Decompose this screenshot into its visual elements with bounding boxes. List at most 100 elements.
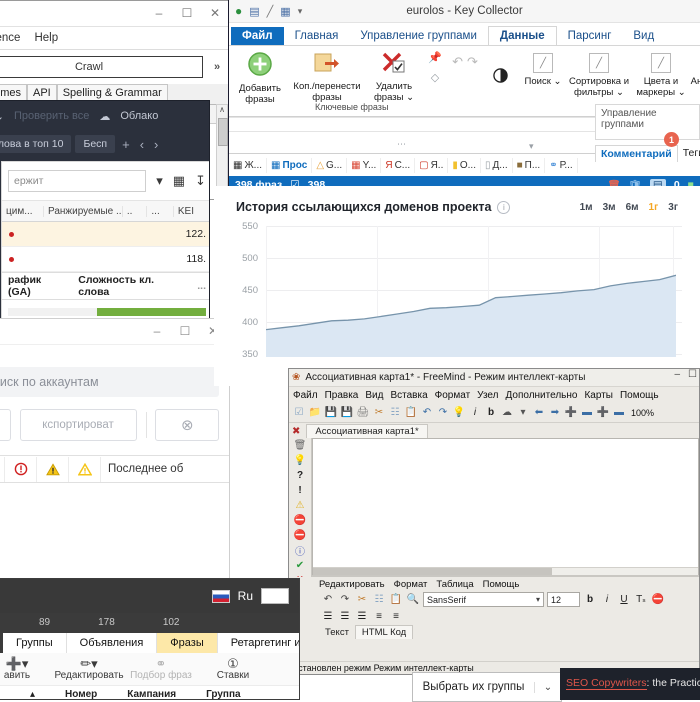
- bottom-tab-google[interactable]: △ G...: [312, 157, 348, 173]
- note-menu-help[interactable]: Помощь: [483, 579, 520, 590]
- range-3y[interactable]: 3г: [668, 202, 678, 213]
- range-3m[interactable]: 3м: [603, 202, 616, 213]
- cut-icon[interactable]: ✂: [372, 406, 386, 420]
- trash-icon[interactable]: 🗑: [289, 438, 311, 453]
- tab-tags[interactable]: Теги: [678, 145, 700, 162]
- note-tab-html[interactable]: HTML Код: [354, 625, 414, 639]
- tab-retargeting[interactable]: Ретаргетинг и инт: [217, 633, 299, 653]
- copy-move-phrases-button[interactable]: Коп./перенести фразы: [291, 46, 363, 103]
- warning-filled-icon[interactable]: [37, 456, 69, 482]
- sort-filter-menu-button[interactable]: ╱ Сортировка и фильтры ⌄: [565, 46, 633, 98]
- paste-icon[interactable]: 📋: [389, 593, 403, 607]
- bottom-tab-positions[interactable]: ■ П...: [513, 157, 546, 173]
- redo-icon[interactable]: ↷: [467, 54, 478, 70]
- paste-icon[interactable]: 📋: [404, 406, 418, 420]
- bullet-list-icon[interactable]: ≡: [372, 609, 386, 623]
- save-icon[interactable]: 💾: [324, 406, 338, 420]
- freemind-window-controls[interactable]: – ☐: [674, 369, 697, 380]
- exclaim-icon[interactable]: !: [289, 483, 311, 498]
- close-icon[interactable]: ✕: [201, 1, 229, 25]
- menu-format[interactable]: Формат: [435, 390, 471, 401]
- undo-icon[interactable]: ↶: [452, 54, 463, 70]
- find-icon[interactable]: 🔍: [406, 593, 420, 607]
- menu-file[interactable]: Файл: [293, 390, 318, 401]
- menu-item-help[interactable]: Help: [34, 32, 58, 44]
- trash-icon[interactable]: 🗑: [607, 179, 620, 187]
- account-search-box[interactable]: Поиск по аккаунтам: [0, 367, 219, 397]
- maximize-icon[interactable]: ☐: [173, 1, 201, 25]
- minus-icon[interactable]: ▬: [580, 406, 594, 420]
- phrase-picker-button[interactable]: ⚭ Подбор фраз: [125, 657, 197, 681]
- range-6m[interactable]: 6м: [626, 202, 639, 213]
- new-icon[interactable]: ☑: [292, 406, 306, 420]
- note-menu-edit[interactable]: Редактировать: [319, 579, 385, 590]
- cloud-icon[interactable]: ☁: [500, 406, 514, 420]
- undo-icon[interactable]: ↶: [321, 593, 335, 607]
- note-tab-text[interactable]: Текст: [319, 626, 355, 639]
- minimize-icon[interactable]: –: [145, 1, 173, 25]
- subtab-more[interactable]: ...: [197, 280, 206, 292]
- icon-rail[interactable]: 🗑 💡 ? ! ⚠ ⛔ ⛔ ⓘ ✔ ✖ ☺ ❶ ❷ ❸ ❹ ❺ ❻: [289, 438, 312, 577]
- filter-icon[interactable]: ▾: [156, 173, 163, 189]
- note-toolbar[interactable]: ↶ ↷ ✂ ☷ 📋 🔍 SansSerif ▾ 12 b i U Tₛ ⛔: [311, 591, 699, 608]
- filter-dropdown[interactable]: ова: [0, 409, 11, 441]
- bottom-tab-overview[interactable]: ▮ О...: [448, 157, 481, 173]
- status-filter-bar[interactable]: Последнее об: [0, 455, 229, 483]
- freemind-window[interactable]: ❀ Ассоциативная карта1* - FreeMind - Реж…: [288, 368, 700, 675]
- clear-button[interactable]: ⊗: [155, 409, 219, 441]
- italic-icon[interactable]: i: [468, 406, 482, 420]
- prev-icon[interactable]: ‹: [137, 137, 147, 152]
- mindmap-canvas[interactable]: [312, 438, 699, 577]
- next-icon[interactable]: ›: [151, 137, 161, 152]
- edit-button[interactable]: ✏▾ Редактировать: [53, 657, 125, 681]
- table-row[interactable]: 118.: [2, 247, 209, 272]
- menu-node[interactable]: Узел: [477, 390, 498, 401]
- table-row[interactable]: 122.: [2, 222, 209, 247]
- pin-icon[interactable]: 📌: [425, 51, 445, 64]
- maximize-icon[interactable]: ☐: [688, 369, 697, 380]
- account-box[interactable]: [261, 588, 289, 604]
- collapse-icon[interactable]: ▾: [529, 141, 534, 152]
- eraser-icon[interactable]: ◇: [425, 71, 445, 84]
- tab-ads[interactable]: Объявления: [66, 633, 158, 653]
- print-icon[interactable]: 🖨: [356, 406, 370, 420]
- add-phrases-button[interactable]: Добавить фразы: [229, 46, 291, 105]
- crawl-start-icon[interactable]: »: [207, 56, 227, 78]
- menu-help[interactable]: Помощь: [620, 390, 659, 401]
- subscript-icon[interactable]: Tₛ: [634, 593, 648, 607]
- freemind-doc-tabbar[interactable]: ✖ Ассоциативная карта1*: [289, 423, 699, 439]
- numbered-list-icon[interactable]: ≡: [389, 609, 403, 623]
- yd-tabs[interactable]: Группы Объявления Фразы Ретаргетинг и ин…: [0, 631, 299, 653]
- chart-range-selector[interactable]: 1м 3м 6м 1г 3г: [580, 202, 700, 213]
- save-as-icon[interactable]: 💾: [340, 406, 354, 420]
- tab-phrases[interactable]: Фразы: [157, 633, 218, 653]
- doc-tab[interactable]: Ассоциативная карта1*: [306, 424, 428, 438]
- search-input[interactable]: Поиск по аккаунтам: [0, 375, 99, 389]
- yd-toolbar[interactable]: ➕▾ авить ✏▾ Редактировать ⚭ Подбор фраз …: [0, 653, 299, 686]
- note-size-select[interactable]: 12: [547, 592, 580, 607]
- yandex-direct-window[interactable]: Ru 89 178 102 Группы Объявления Фразы Ре…: [0, 578, 300, 700]
- scroll-up-icon[interactable]: ∧: [217, 105, 227, 116]
- accounts-window[interactable]: – ☐ ✕ Поиск по аккаунтам ова кспортирова…: [0, 318, 230, 588]
- comment-tags-tabs[interactable]: Комментарий Теги: [595, 145, 700, 162]
- language-label[interactable]: Ru: [238, 589, 253, 603]
- dash-icon[interactable]: ▬: [612, 406, 626, 420]
- chip-item[interactable]: Бесп: [75, 135, 116, 153]
- ribbon-tabs[interactable]: Файл Главная Управление группами Данные …: [229, 23, 700, 46]
- undo-redo-group[interactable]: ↶ ↷: [445, 46, 485, 70]
- info-icon[interactable]: ⓘ: [289, 543, 311, 558]
- underline-icon[interactable]: U: [617, 593, 631, 607]
- note-menu-table[interactable]: Таблица: [436, 579, 473, 590]
- ribbon-mini-buttons[interactable]: 📌 ◇: [425, 46, 445, 84]
- align-left-icon[interactable]: ☰: [321, 609, 335, 623]
- forbidden-icon[interactable]: ⛔: [289, 528, 311, 543]
- redo-icon[interactable]: ↷: [436, 406, 450, 420]
- redo-icon[interactable]: ↷: [338, 593, 352, 607]
- align-center-icon[interactable]: ☰: [338, 609, 352, 623]
- note-view-tabs[interactable]: Текст HTML Код: [311, 624, 699, 639]
- note-menubar[interactable]: Редактировать Формат Таблица Помощь: [311, 577, 699, 591]
- tab-data[interactable]: Данные: [487, 26, 557, 46]
- keyword-subtabs[interactable]: рафик (GA) Сложность кл. слова ...: [2, 272, 209, 300]
- menu-item-licence[interactable]: Licence: [0, 32, 20, 44]
- tab-view[interactable]: Вид: [622, 27, 665, 45]
